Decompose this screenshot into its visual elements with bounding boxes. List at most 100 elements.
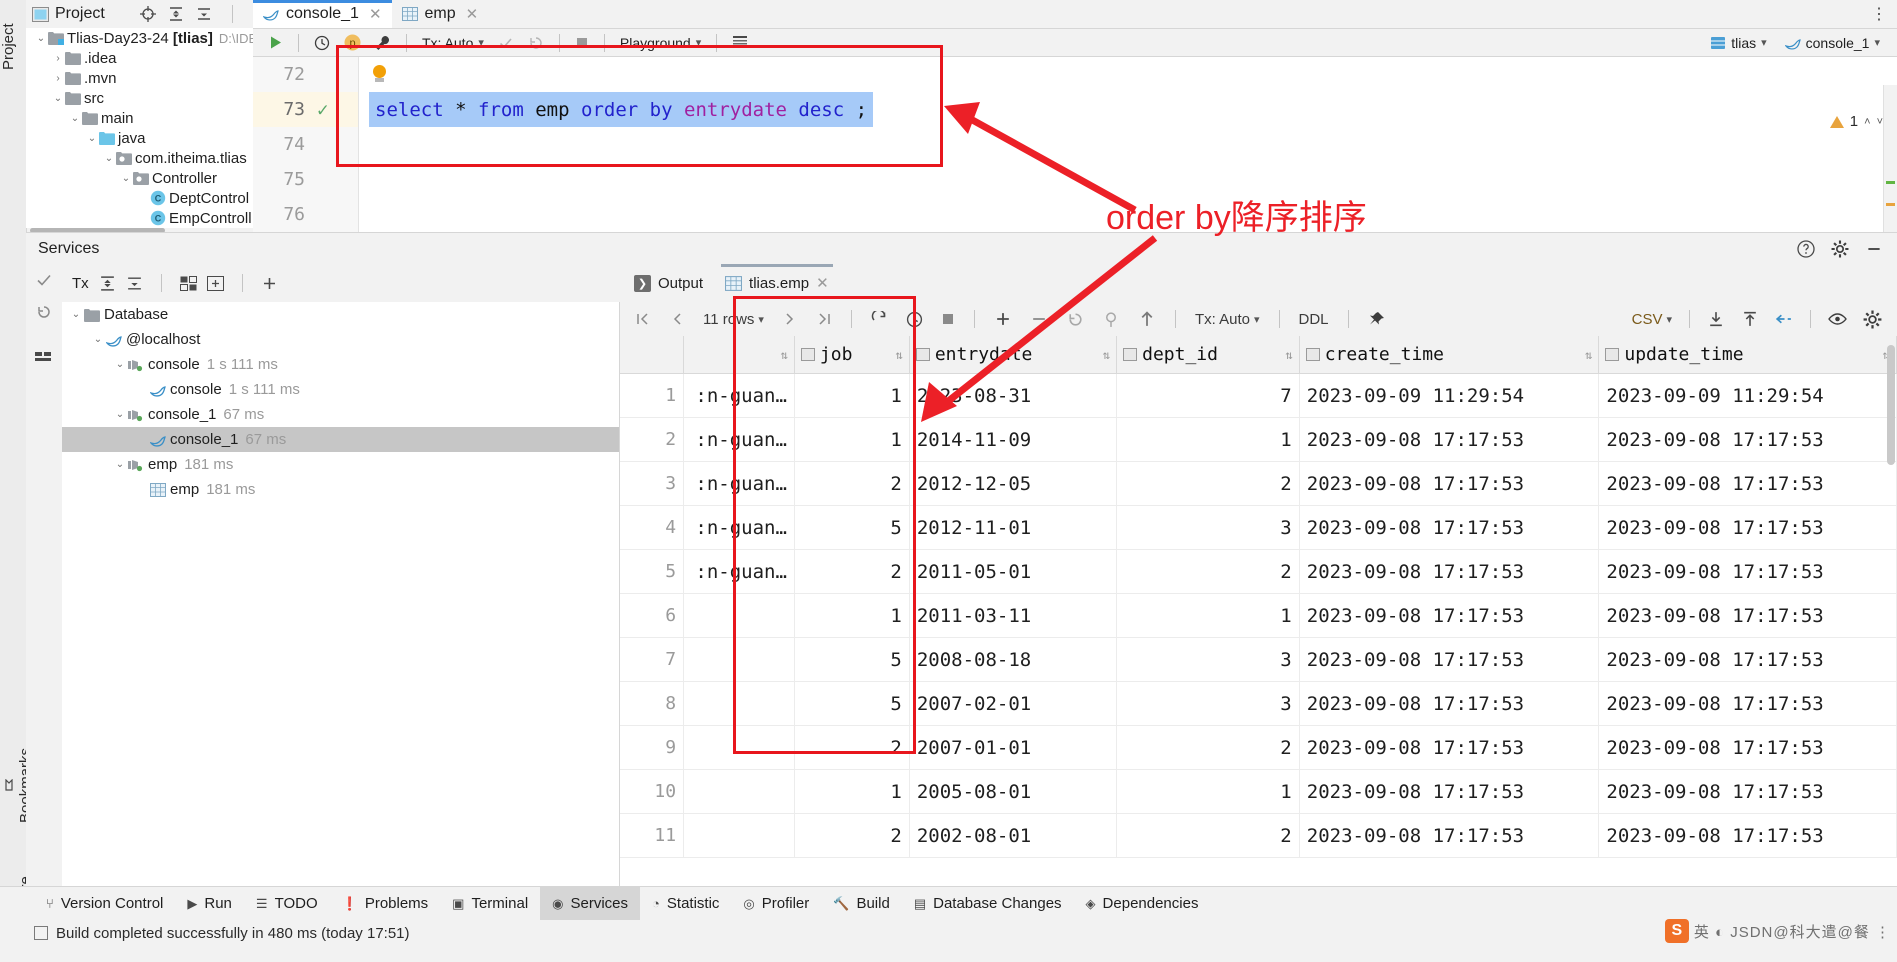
add-tab-icon[interactable] [206,275,224,291]
services-tree-item[interactable]: ⌄ console 1 s 111 ms [62,352,619,377]
chevron-down-icon[interactable]: ⌄ [34,33,48,44]
table-row[interactable]: 4:n-guan… 5 2012-11-01 3 2023-09-08 17:17:53… [620,505,1897,550]
cell-create_time[interactable]: 2023-09-08 17:17:53 [1299,505,1600,550]
editor-line-number[interactable]: 73 ✓ [253,92,358,127]
cell-job_prev[interactable]: :n-guan… [683,549,795,594]
tool-window-button-terminal[interactable]: ▣ Terminal [440,887,540,920]
services-tree-item[interactable]: ⌄ console_1 67 ms [62,402,619,427]
cell-dept_id[interactable]: 7 [1116,373,1300,418]
result-tab-output[interactable]: ❯ Output [634,264,703,302]
project-tree-item[interactable]: ⌄ Controller [26,168,253,188]
db-grid-icon[interactable] [725,35,755,50]
table-row[interactable]: 2:n-guan… 1 2014-11-09 1 2023-09-08 17:17:53… [620,417,1897,462]
layout-icon[interactable] [26,340,62,372]
stop-icon[interactable] [568,36,596,50]
cell-create_time[interactable]: 2023-09-08 17:17:53 [1299,813,1600,858]
db-chip-console_1[interactable]: console_1 ▾ [1778,33,1887,53]
cell-create_time[interactable]: 2023-09-09 11:29:54 [1299,373,1600,418]
cell-update_time[interactable]: 2023-09-08 17:17:53 [1598,505,1897,550]
services-tree-item[interactable]: ⌄ Database [62,302,619,327]
chevron-down-icon[interactable]: ⌄ [112,409,128,420]
cell-rn[interactable]: 8 [620,681,685,726]
cell-entrydate[interactable]: 2012-11-01 [909,505,1118,550]
cell-rn[interactable]: 11 [620,813,685,858]
sort-indicator-icon[interactable]: ⇅ [1286,348,1293,362]
cell-update_time[interactable]: 2023-09-08 17:17:53 [1598,417,1897,462]
target-icon[interactable] [140,6,156,22]
db-chip-tlias[interactable]: tlias ▾ [1703,33,1773,53]
error-stripe[interactable] [1883,85,1897,233]
result-grid[interactable]: ⇅ job ⇅ entrydate ⇅ dept_id ⇅ create_time ⇅ updat… [620,336,1897,908]
cell-dept_id[interactable]: 2 [1116,461,1300,506]
cell-rn[interactable]: 1 [620,373,685,418]
delete-row-icon[interactable] [1023,310,1055,328]
rows-count-selector[interactable]: 11 rows ▾ [696,311,771,328]
cell-job[interactable]: 2 [794,549,910,594]
cell-job_prev[interactable]: :n-guan… [683,505,795,550]
last-page-icon[interactable] [809,311,839,327]
cell-create_time[interactable]: 2023-09-08 17:17:53 [1299,593,1600,638]
tool-window-button-database-changes[interactable]: ▤ Database Changes [902,887,1074,920]
tab-overflow-icon[interactable]: ⋮ [1861,0,1897,28]
cell-entrydate[interactable]: 2005-08-01 [909,769,1118,814]
first-page-icon[interactable] [628,311,658,327]
cell-job[interactable]: 2 [794,725,910,770]
chevron-down-icon[interactable]: ⌄ [112,359,128,370]
table-row[interactable]: 7 5 2008-08-18 3 2023-09-08 17:17:53 2023-09-… [620,637,1897,682]
chevron-down-icon[interactable]: ⌄ [90,334,106,345]
cell-job[interactable]: 2 [794,813,910,858]
cell-job_prev[interactable] [683,637,795,682]
cell-job[interactable]: 5 [794,637,910,682]
cell-update_time[interactable]: 2023-09-08 17:17:53 [1598,593,1897,638]
collapse-all-icon[interactable] [168,6,184,22]
collapse-all-icon[interactable] [99,275,116,292]
code-editor[interactable]: 72 73 ✓ 74 75 76 select * from emp order by e… [253,57,1897,233]
table-row[interactable]: 8 5 2007-02-01 3 2023-09-08 17:17:53 2023-09-… [620,681,1897,726]
cell-create_time[interactable]: 2023-09-08 17:17:53 [1299,681,1600,726]
next-page-icon[interactable] [775,311,805,327]
column-header-update_time[interactable]: update_time⇅ [1598,336,1897,374]
result-tab-tlias-emp[interactable]: tlias.emp ✕ [721,264,833,302]
cell-entrydate[interactable]: 2007-01-01 [909,725,1118,770]
cell-dept_id[interactable]: 1 [1116,769,1300,814]
result-table[interactable]: ⇅ job ⇅ entrydate ⇅ dept_id ⇅ create_time ⇅ updat… [620,336,1897,858]
sort-indicator-icon[interactable]: ⇅ [781,348,788,362]
cell-create_time[interactable]: 2023-09-08 17:17:53 [1299,417,1600,462]
column-header-create_time[interactable]: create_time ⇅ [1299,336,1600,374]
sql-line-73[interactable]: select * from emp order by entrydate des… [369,92,874,127]
column-header-rn[interactable] [620,336,685,374]
project-tree-item[interactable]: C EmpControll [26,208,253,228]
close-icon[interactable]: ✕ [816,274,829,292]
cell-job[interactable]: 1 [794,769,910,814]
revert-selected-icon[interactable] [1095,310,1127,328]
cell-create_time[interactable]: 2023-09-08 17:17:53 [1299,461,1600,506]
column-header-entrydate[interactable]: entrydate ⇅ [909,336,1118,374]
cell-entrydate[interactable]: 2023-08-31 [909,373,1118,418]
sort-indicator-icon[interactable]: ⇅ [1585,348,1592,362]
chevron-down-icon[interactable]: ⌄ [68,309,84,320]
stop-icon[interactable] [934,312,962,326]
grid-vertical-scrollbar[interactable] [1887,345,1895,465]
cell-entrydate[interactable]: 2008-08-18 [909,637,1118,682]
tool-window-button-services[interactable]: ◉ Services [540,887,641,920]
export-format-selector[interactable]: CSV ▾ [1625,311,1679,328]
help-icon[interactable] [1797,240,1815,258]
cell-job[interactable]: 1 [794,417,910,462]
p-badge-icon[interactable]: p [337,34,368,51]
column-header-job_prev[interactable]: ⇅ [683,336,795,374]
editor-tab-emp[interactable]: emp ✕ [392,0,489,28]
editor-gutter[interactable]: 72 73 ✓ 74 75 76 [253,57,359,233]
cell-rn[interactable]: 3 [620,461,685,506]
gear-icon[interactable] [1831,240,1849,258]
history-icon[interactable] [899,311,930,328]
cell-update_time[interactable]: 2023-09-08 17:17:53 [1598,813,1897,858]
table-row[interactable]: 11 2 2002-08-01 2 2023-09-08 17:17:53 2023-09… [620,813,1897,858]
history-icon[interactable] [307,35,337,51]
project-tree-item[interactable]: › .idea [26,48,253,68]
tool-window-button-profiler[interactable]: ◎ Profiler [731,887,821,920]
left-tab-bookmarks[interactable]: Bookmarks [0,726,34,844]
pin-icon[interactable] [1361,311,1392,328]
tx-mode-selector[interactable]: Tx: Auto ▾ [415,33,491,53]
chevron-down-icon[interactable]: ⌄ [119,173,133,184]
cell-rn[interactable]: 7 [620,637,685,682]
